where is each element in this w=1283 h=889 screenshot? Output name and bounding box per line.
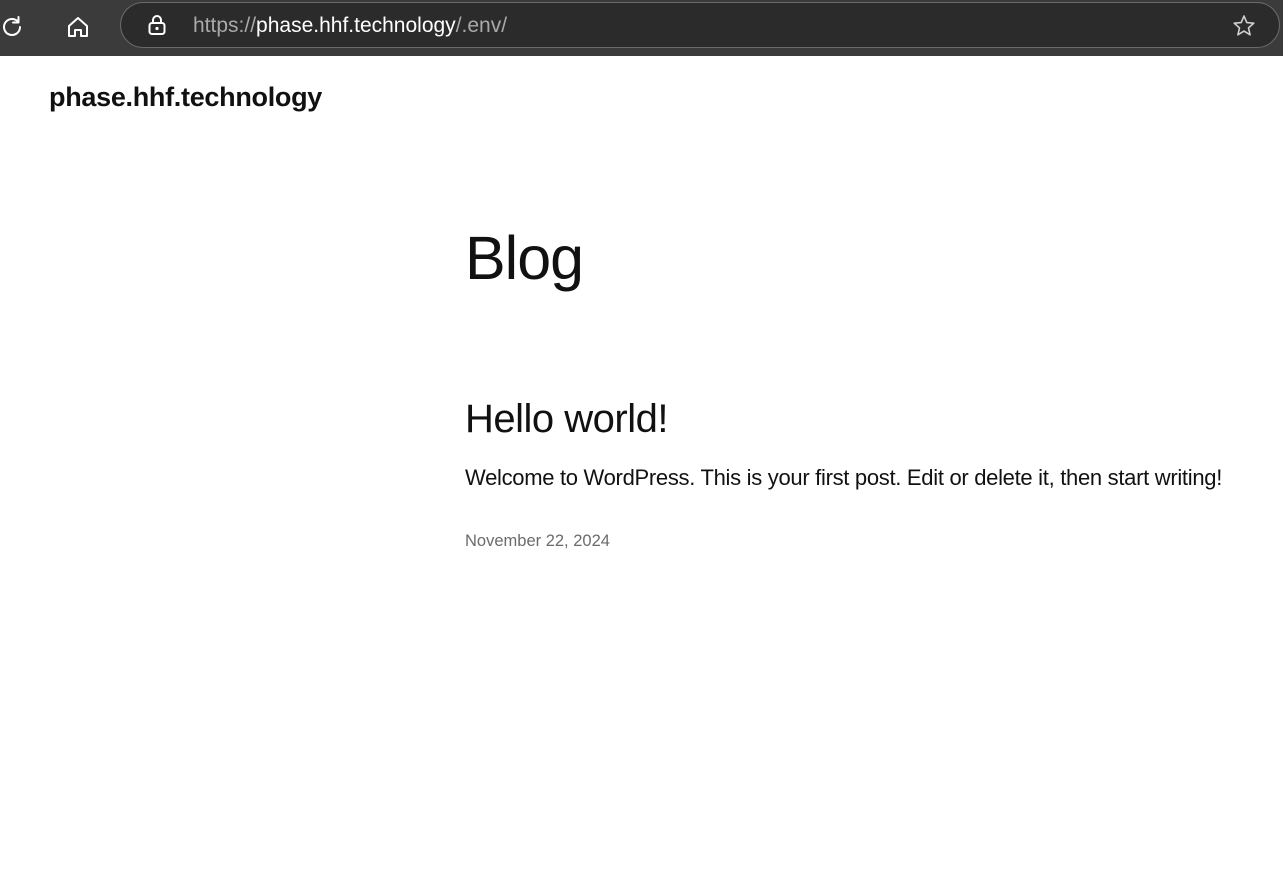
site-title-link[interactable]: phase.hhf.technology	[49, 82, 322, 113]
page-title: Blog	[465, 224, 584, 292]
url-path: /.env/	[455, 14, 508, 37]
post-date: November 22, 2024	[465, 532, 610, 550]
home-button[interactable]	[61, 10, 95, 44]
home-icon	[68, 17, 88, 37]
address-bar[interactable]: https://phase.hhf.technology/.env/	[120, 2, 1280, 48]
star-icon[interactable]	[1231, 13, 1257, 39]
post-excerpt: Welcome to WordPress. This is your first…	[465, 465, 1223, 490]
url-scheme: https://	[193, 14, 257, 37]
post-title-link[interactable]: Hello world!	[465, 396, 668, 442]
browser-toolbar: https://phase.hhf.technology/.env/	[0, 0, 1283, 56]
url-text[interactable]: https://phase.hhf.technology/.env/	[193, 14, 507, 38]
reload-button[interactable]	[0, 10, 29, 44]
reload-icon	[3, 16, 21, 36]
lock-icon[interactable]	[145, 13, 169, 37]
url-host: phase.hhf.technology	[256, 14, 456, 37]
